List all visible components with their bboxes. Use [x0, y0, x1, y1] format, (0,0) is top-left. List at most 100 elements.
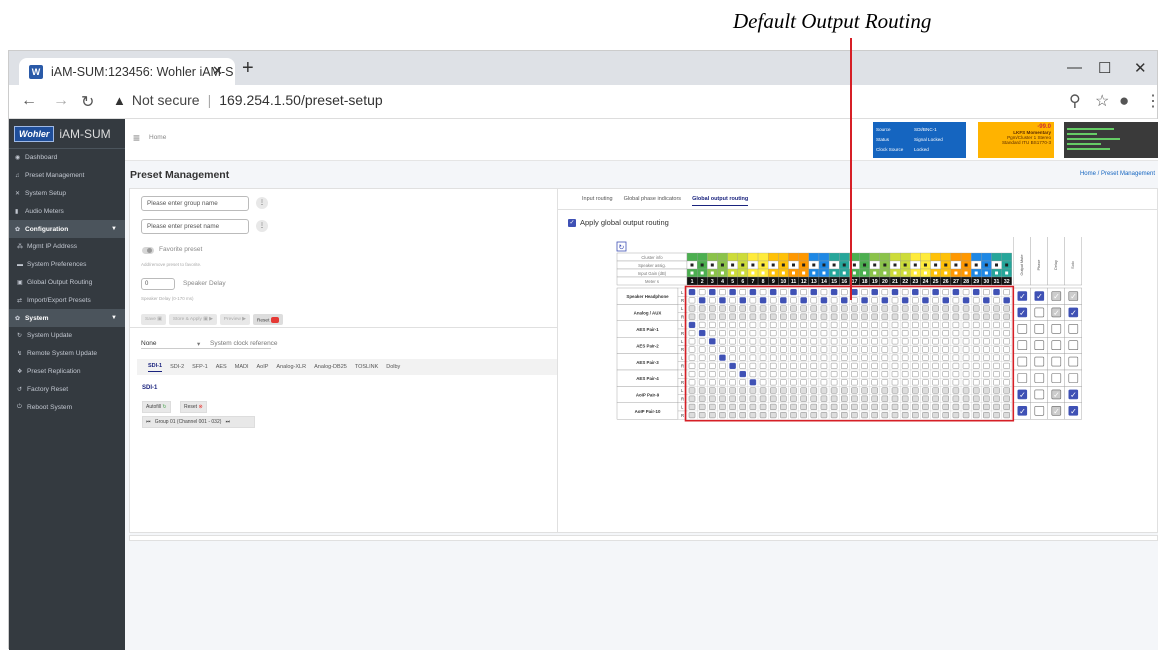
routing-checkbox[interactable]	[1003, 346, 1010, 353]
routing-checkbox[interactable]	[800, 412, 807, 419]
routing-checkbox[interactable]	[851, 354, 858, 361]
routing-checkbox[interactable]	[830, 346, 838, 353]
sidebar-item-preset-replication[interactable]: ❖ Preset Replication	[9, 363, 125, 381]
routing-checkbox[interactable]	[739, 313, 746, 320]
routing-checkbox[interactable]	[810, 379, 818, 386]
routing-checkbox[interactable]	[688, 297, 696, 304]
routing-checkbox-checked[interactable]	[729, 289, 736, 296]
routing-checkbox[interactable]	[922, 403, 929, 410]
routing-checkbox[interactable]	[1003, 313, 1010, 320]
routing-checkbox-checked[interactable]	[871, 289, 878, 296]
routing-checkbox[interactable]	[922, 305, 929, 312]
chevron-down-icon[interactable]: ▾	[197, 340, 200, 348]
routing-checkbox-checked[interactable]	[729, 362, 736, 369]
routing-checkbox[interactable]	[820, 362, 828, 369]
routing-checkbox[interactable]	[790, 395, 797, 402]
tab-input-aes[interactable]: AES	[216, 364, 227, 370]
routing-checkbox[interactable]	[759, 338, 767, 345]
routing-checkbox[interactable]	[688, 354, 696, 361]
routing-checkbox[interactable]	[739, 305, 746, 312]
routing-checkbox[interactable]	[962, 354, 970, 361]
routing-checkbox[interactable]	[729, 330, 736, 337]
routing-checkbox[interactable]	[932, 403, 939, 410]
back-icon[interactable]: ←	[21, 92, 37, 110]
routing-checkbox[interactable]	[800, 403, 807, 410]
routing-checkbox[interactable]	[709, 297, 716, 304]
routing-checkbox[interactable]	[972, 305, 980, 312]
tab-input-sfp-1[interactable]: SFP-1	[192, 364, 208, 370]
hamburger-icon[interactable]: ≡	[133, 131, 140, 145]
extra-checkbox[interactable]	[1051, 373, 1062, 383]
routing-checkbox[interactable]	[688, 371, 696, 378]
routing-checkbox[interactable]	[739, 354, 746, 361]
routing-checkbox[interactable]	[769, 297, 777, 304]
routing-checkbox[interactable]	[739, 362, 746, 369]
routing-checkbox[interactable]	[901, 371, 909, 378]
routing-checkbox[interactable]	[820, 346, 828, 353]
routing-checkbox[interactable]	[972, 321, 980, 328]
routing-checkbox-checked[interactable]	[719, 297, 726, 304]
routing-checkbox[interactable]	[851, 403, 858, 410]
routing-checkbox[interactable]	[912, 321, 919, 328]
routing-checkbox-checked[interactable]	[993, 289, 1000, 296]
routing-checkbox[interactable]	[810, 346, 818, 353]
routing-checkbox[interactable]	[881, 305, 889, 312]
routing-checkbox[interactable]	[719, 313, 726, 320]
routing-checkbox[interactable]	[780, 321, 787, 328]
routing-checkbox[interactable]	[820, 387, 828, 394]
routing-checkbox[interactable]	[891, 313, 899, 320]
routing-checkbox[interactable]	[881, 338, 889, 345]
routing-checkbox[interactable]	[891, 403, 899, 410]
routing-checkbox[interactable]	[932, 395, 939, 402]
routing-checkbox[interactable]	[962, 321, 970, 328]
routing-checkbox[interactable]	[881, 403, 889, 410]
routing-checkbox[interactable]	[932, 321, 939, 328]
routing-checkbox[interactable]	[830, 338, 838, 345]
routing-checkbox[interactable]	[739, 330, 746, 337]
routing-checkbox[interactable]	[922, 387, 929, 394]
routing-checkbox[interactable]	[881, 395, 889, 402]
routing-checkbox[interactable]	[942, 321, 949, 328]
routing-checkbox[interactable]	[871, 313, 878, 320]
routing-checkbox[interactable]	[780, 330, 787, 337]
routing-checkbox[interactable]	[972, 313, 980, 320]
routing-checkbox[interactable]	[932, 362, 939, 369]
routing-checkbox[interactable]	[790, 297, 797, 304]
routing-checkbox[interactable]	[759, 395, 767, 402]
routing-checkbox[interactable]	[912, 330, 919, 337]
routing-checkbox[interactable]	[881, 387, 889, 394]
bookmark-star-icon[interactable]: ☆	[1095, 91, 1109, 111]
routing-checkbox[interactable]	[972, 362, 980, 369]
extra-checkbox[interactable]	[1017, 356, 1028, 367]
routing-checkbox[interactable]	[942, 362, 949, 369]
routing-checkbox[interactable]	[861, 379, 868, 386]
routing-checkbox[interactable]	[790, 387, 797, 394]
routing-checkbox[interactable]	[688, 330, 696, 337]
routing-checkbox[interactable]	[841, 395, 848, 402]
routing-checkbox[interactable]	[983, 395, 990, 402]
routing-checkbox[interactable]	[841, 387, 848, 394]
routing-checkbox[interactable]	[790, 403, 797, 410]
routing-checkbox[interactable]	[800, 371, 807, 378]
routing-checkbox[interactable]	[759, 371, 767, 378]
routing-checkbox[interactable]	[841, 321, 848, 328]
routing-checkbox[interactable]	[810, 412, 818, 419]
routing-checkbox[interactable]	[800, 330, 807, 337]
sidebar-item-reboot-system[interactable]: ⏻ Reboot System	[9, 398, 125, 416]
routing-checkbox-checked[interactable]	[759, 297, 767, 304]
routing-checkbox[interactable]	[901, 313, 909, 320]
routing-checkbox[interactable]	[820, 354, 828, 361]
sidebar-item-audio-meters[interactable]: ▮ Audio Meters	[9, 202, 125, 220]
routing-checkbox[interactable]	[749, 395, 757, 402]
zoom-icon[interactable]: ⚲	[1069, 91, 1081, 111]
routing-checkbox[interactable]	[820, 305, 828, 312]
routing-checkbox[interactable]	[719, 330, 726, 337]
save-button[interactable]: Save ▣	[141, 314, 166, 325]
routing-checkbox[interactable]	[972, 338, 980, 345]
routing-checkbox[interactable]	[891, 379, 899, 386]
tab-input-analog-db25[interactable]: Analog-DB25	[314, 364, 347, 370]
routing-checkbox[interactable]	[698, 412, 706, 419]
routing-checkbox[interactable]	[901, 305, 909, 312]
routing-checkbox[interactable]	[962, 403, 970, 410]
routing-checkbox[interactable]	[871, 338, 878, 345]
